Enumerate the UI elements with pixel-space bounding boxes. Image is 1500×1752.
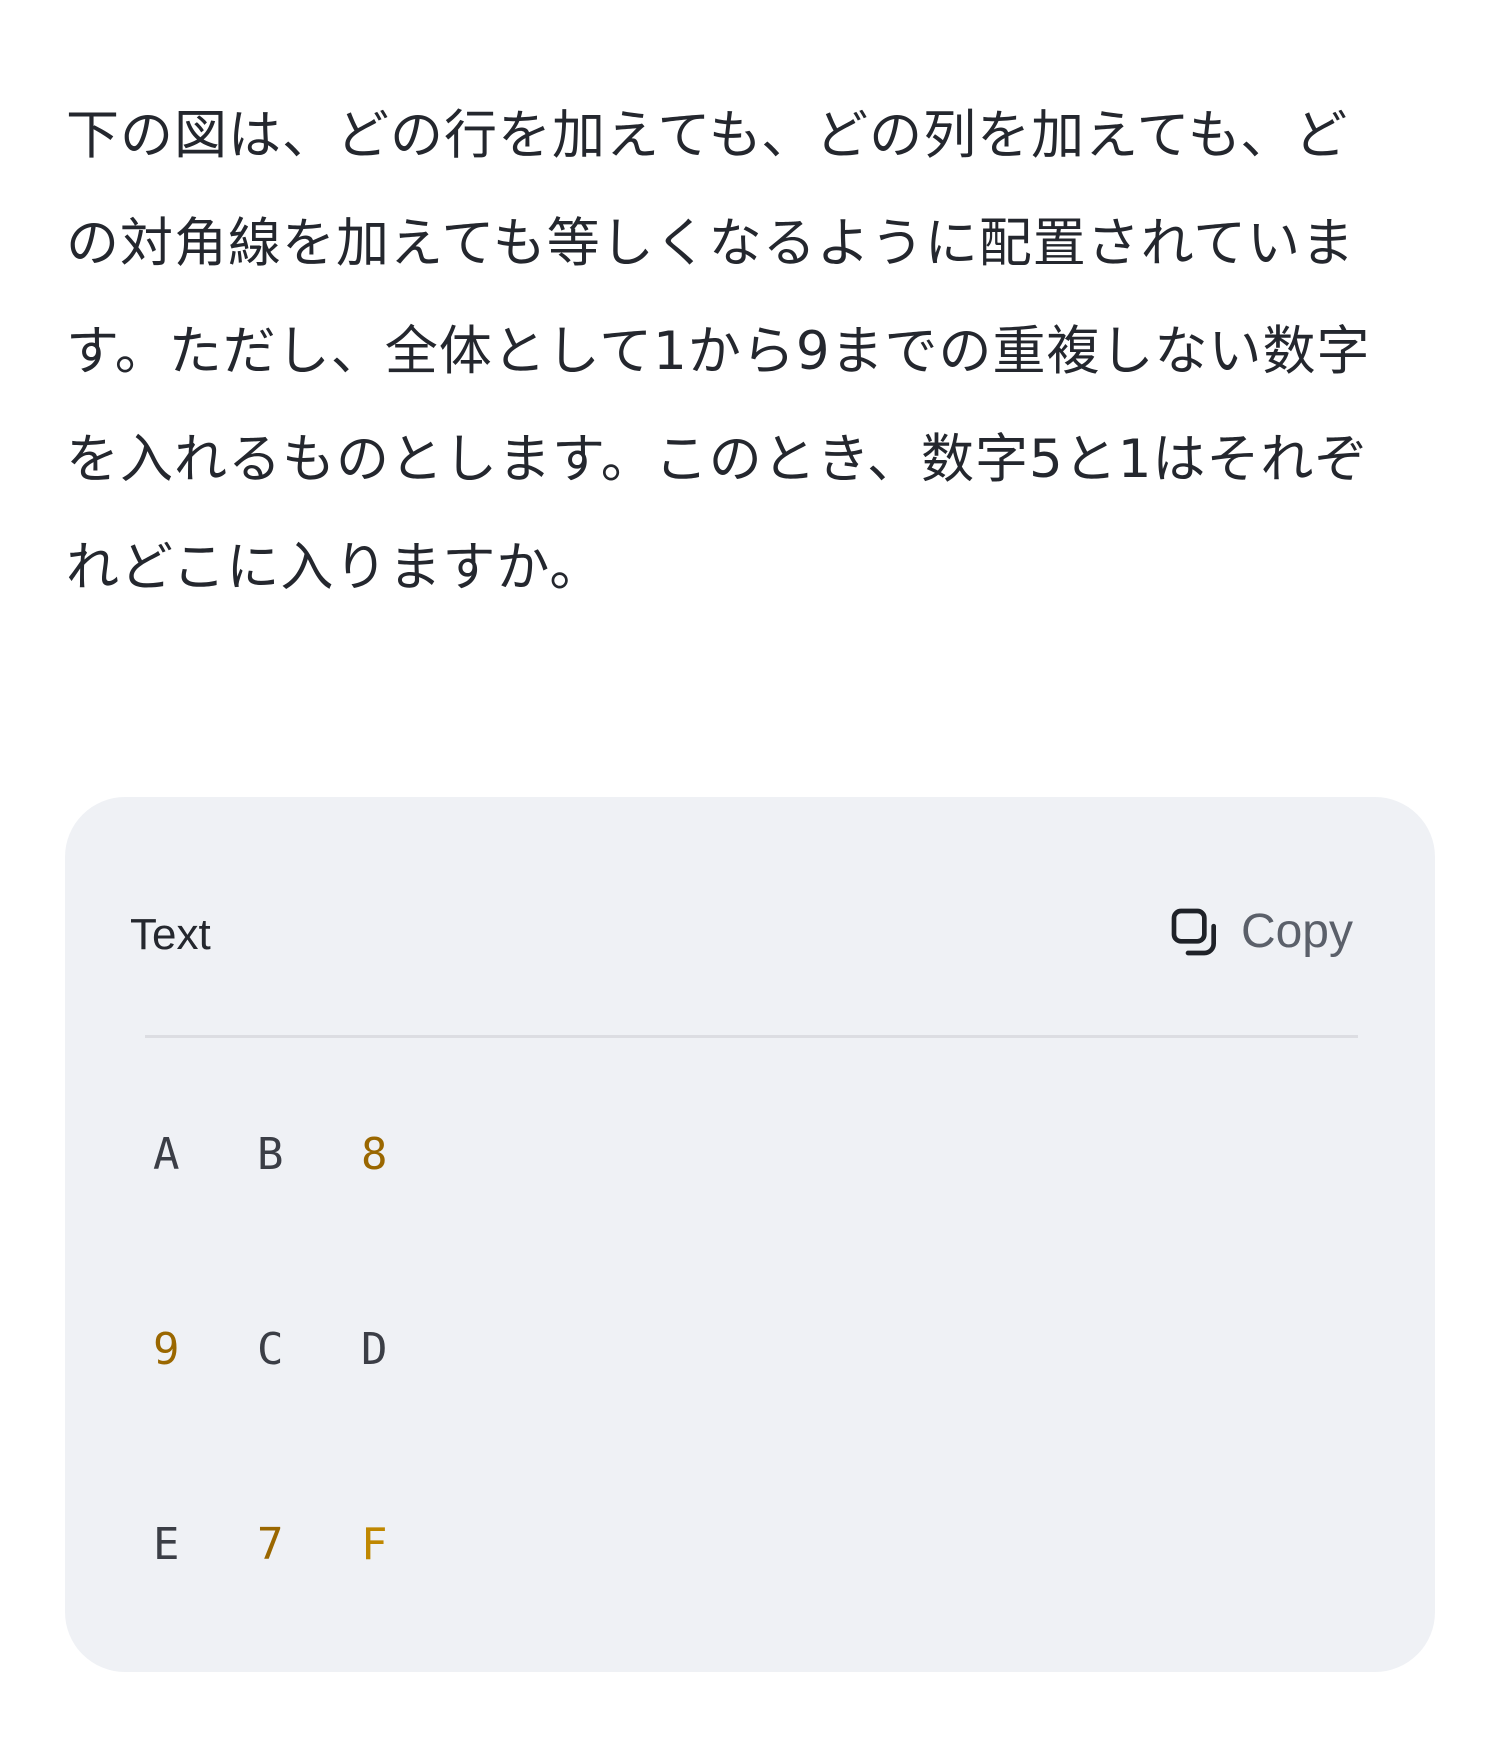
copy-label: Copy — [1240, 905, 1353, 958]
grid-cell: C — [257, 1324, 284, 1375]
code-row: 9 C D — [145, 1252, 457, 1447]
code-row: E 7 F — [145, 1447, 457, 1642]
grid-cell: 7 — [257, 1519, 284, 1570]
grid-cell: D — [361, 1324, 388, 1375]
grid-cell: B — [257, 1129, 284, 1180]
grid-cell: 8 — [361, 1129, 388, 1180]
code-content: A B 8 9 C D E 7 F — [145, 1057, 457, 1642]
grid-cell: F — [361, 1519, 388, 1570]
grid-cell: E — [153, 1519, 180, 1570]
code-row: A B 8 — [145, 1057, 457, 1252]
code-block: Text Copy A B 8 9 C D E 7 F — [65, 797, 1435, 1672]
grid-cell: A — [153, 1129, 180, 1180]
copy-icon — [1171, 908, 1216, 956]
copy-button[interactable]: Copy — [1167, 902, 1353, 962]
language-label: Text — [130, 910, 211, 959]
question-text: 下の図は、どの行を加えても、どの列を加えても、どの対角線を加えても等しくなるよう… — [66, 105, 1371, 598]
header-divider — [145, 1035, 1358, 1038]
code-block-header: Text Copy — [65, 797, 1435, 1047]
grid-cell: 9 — [153, 1324, 180, 1375]
